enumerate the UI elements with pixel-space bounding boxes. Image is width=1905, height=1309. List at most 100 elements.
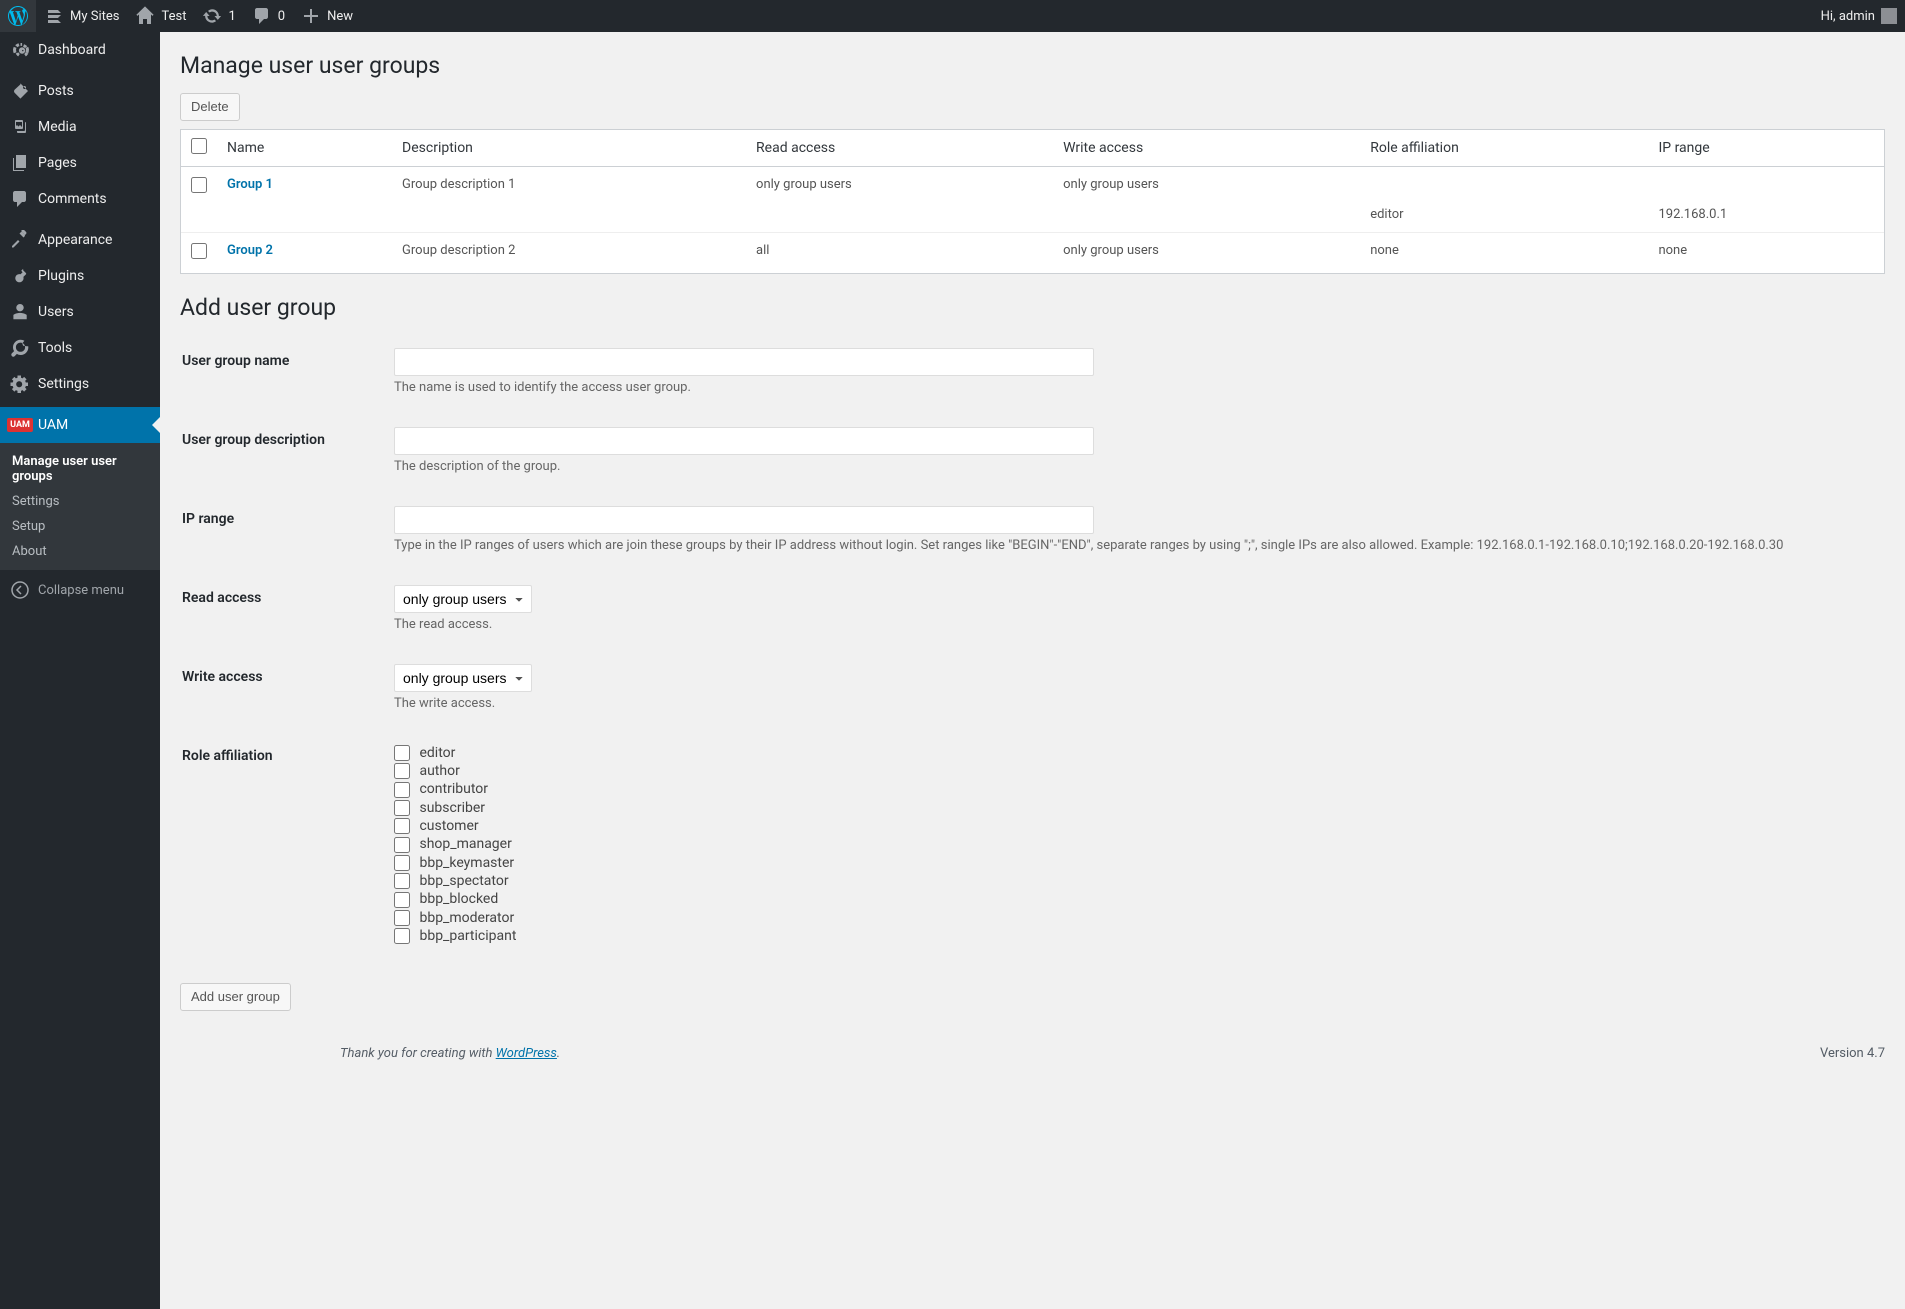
sidebar-item-appearance[interactable]: Appearance (0, 222, 160, 258)
role-checkbox[interactable] (394, 910, 410, 926)
sidebar-item-comments[interactable]: Comments (0, 181, 160, 217)
sidebar-label: Media (38, 119, 77, 135)
group-name-link[interactable]: Group 1 (227, 177, 273, 192)
admin-home-icon (135, 6, 155, 26)
dashboard-icon (10, 40, 30, 60)
admin-users-icon (10, 302, 30, 322)
delete-button[interactable]: Delete (180, 93, 240, 121)
col-write[interactable]: Write access (1053, 130, 1360, 167)
sidebar-item-pages[interactable]: Pages (0, 145, 160, 181)
my-sites-label: My Sites (70, 9, 119, 24)
sidebar-label: Posts (38, 83, 74, 99)
groups-table: Name Description Read access Write acces… (180, 129, 1885, 274)
cell-ip: none (1648, 232, 1884, 273)
label-role-affiliation: Role affiliation (182, 728, 382, 961)
col-read[interactable]: Read access (746, 130, 1053, 167)
role-option[interactable]: bbp_moderator (394, 910, 1873, 926)
role-checkbox[interactable] (394, 892, 410, 908)
input-group-name[interactable] (394, 348, 1094, 376)
table-row: Group 2Group description 2allonly group … (181, 232, 1884, 273)
footer-version: Version 4.7 (1820, 1046, 1885, 1061)
collapse-icon (10, 580, 30, 600)
sidebar-label: Settings (38, 376, 89, 392)
role-checkbox[interactable] (394, 782, 410, 798)
site-name-label: Test (161, 9, 186, 24)
col-role[interactable]: Role affiliation (1360, 130, 1648, 167)
admin-media-icon (10, 117, 30, 137)
role-checkbox[interactable] (394, 928, 410, 944)
cell-write: only group users (1053, 232, 1360, 273)
row-checkbox[interactable] (191, 177, 207, 193)
label-group-desc: User group description (182, 412, 382, 489)
col-name[interactable]: Name (217, 130, 392, 167)
collapse-menu[interactable]: Collapse menu (0, 570, 160, 610)
my-sites[interactable]: My Sites (36, 0, 127, 32)
sidebar-item-tools[interactable]: Tools (0, 330, 160, 366)
cell-desc: Group description 1 (392, 167, 746, 232)
sidebar-item-media[interactable]: Media (0, 109, 160, 145)
desc-group-desc: The description of the group. (394, 459, 1873, 474)
col-description[interactable]: Description (392, 130, 746, 167)
comments-count: 0 (278, 9, 285, 24)
role-option[interactable]: contributor (394, 781, 1873, 797)
greeting: Hi, admin (1821, 9, 1875, 24)
role-checkbox[interactable] (394, 763, 410, 779)
role-checkbox[interactable] (394, 873, 410, 889)
group-name-link[interactable]: Group 2 (227, 243, 273, 258)
my-account[interactable]: Hi, admin (1813, 0, 1905, 32)
input-ip-range[interactable] (394, 506, 1094, 534)
select-all-checkbox[interactable] (191, 138, 207, 154)
updates[interactable]: 1 (194, 0, 243, 32)
submenu-setup[interactable]: Setup (0, 514, 160, 539)
role-checkbox[interactable] (394, 818, 410, 834)
cell-role: editor (1360, 167, 1648, 232)
sidebar-item-dashboard[interactable]: Dashboard (0, 32, 160, 68)
sidebar-item-posts[interactable]: Posts (0, 73, 160, 109)
wp-logo[interactable] (0, 0, 36, 32)
collapse-label: Collapse menu (38, 583, 124, 598)
input-group-desc[interactable] (394, 427, 1094, 455)
submenu-manage-groups[interactable]: Manage user user groups (0, 449, 160, 489)
sidebar-label: Dashboard (38, 42, 106, 58)
sidebar-item-users[interactable]: Users (0, 294, 160, 330)
sidebar-item-settings[interactable]: Settings (0, 366, 160, 402)
role-checkbox[interactable] (394, 800, 410, 816)
admin-multisite-icon (44, 6, 64, 26)
admin-post-icon (10, 81, 30, 101)
role-option[interactable]: editor (394, 745, 1873, 761)
role-checkbox[interactable] (394, 837, 410, 853)
sidebar-item-plugins[interactable]: Plugins (0, 258, 160, 294)
sidebar-label: UAM (38, 417, 68, 433)
comments-bubble[interactable]: 0 (244, 0, 293, 32)
submenu-settings[interactable]: Settings (0, 489, 160, 514)
role-option[interactable]: bbp_participant (394, 928, 1873, 944)
role-checkbox[interactable] (394, 855, 410, 871)
role-option[interactable]: bbp_keymaster (394, 855, 1873, 871)
role-option[interactable]: customer (394, 818, 1873, 834)
site-name[interactable]: Test (127, 0, 194, 32)
cell-write: only group users (1053, 167, 1360, 232)
label-group-name: User group name (182, 333, 382, 410)
cell-role: none (1360, 232, 1648, 273)
row-checkbox[interactable] (191, 243, 207, 259)
label-write-access: Write access (182, 649, 382, 726)
submenu-about[interactable]: About (0, 539, 160, 564)
select-write-access[interactable]: only group users (394, 664, 532, 692)
sidebar-label: Tools (38, 340, 72, 356)
role-option[interactable]: bbp_spectator (394, 873, 1873, 889)
role-checkbox[interactable] (394, 745, 410, 761)
wordpress-icon (8, 6, 28, 26)
role-option[interactable]: author (394, 763, 1873, 779)
select-read-access[interactable]: only group users (394, 585, 532, 613)
role-option[interactable]: subscriber (394, 800, 1873, 816)
plus-icon (301, 6, 321, 26)
wordpress-link[interactable]: WordPress (496, 1046, 557, 1061)
sidebar-item-uam[interactable]: UAM UAM (0, 407, 160, 443)
cell-read: all (746, 232, 1053, 273)
desc-write-access: The write access. (394, 696, 1873, 711)
role-option[interactable]: shop_manager (394, 836, 1873, 852)
col-ip[interactable]: IP range (1648, 130, 1884, 167)
new-content[interactable]: New (293, 0, 361, 32)
add-group-button[interactable]: Add user group (180, 983, 291, 1011)
role-option[interactable]: bbp_blocked (394, 891, 1873, 907)
